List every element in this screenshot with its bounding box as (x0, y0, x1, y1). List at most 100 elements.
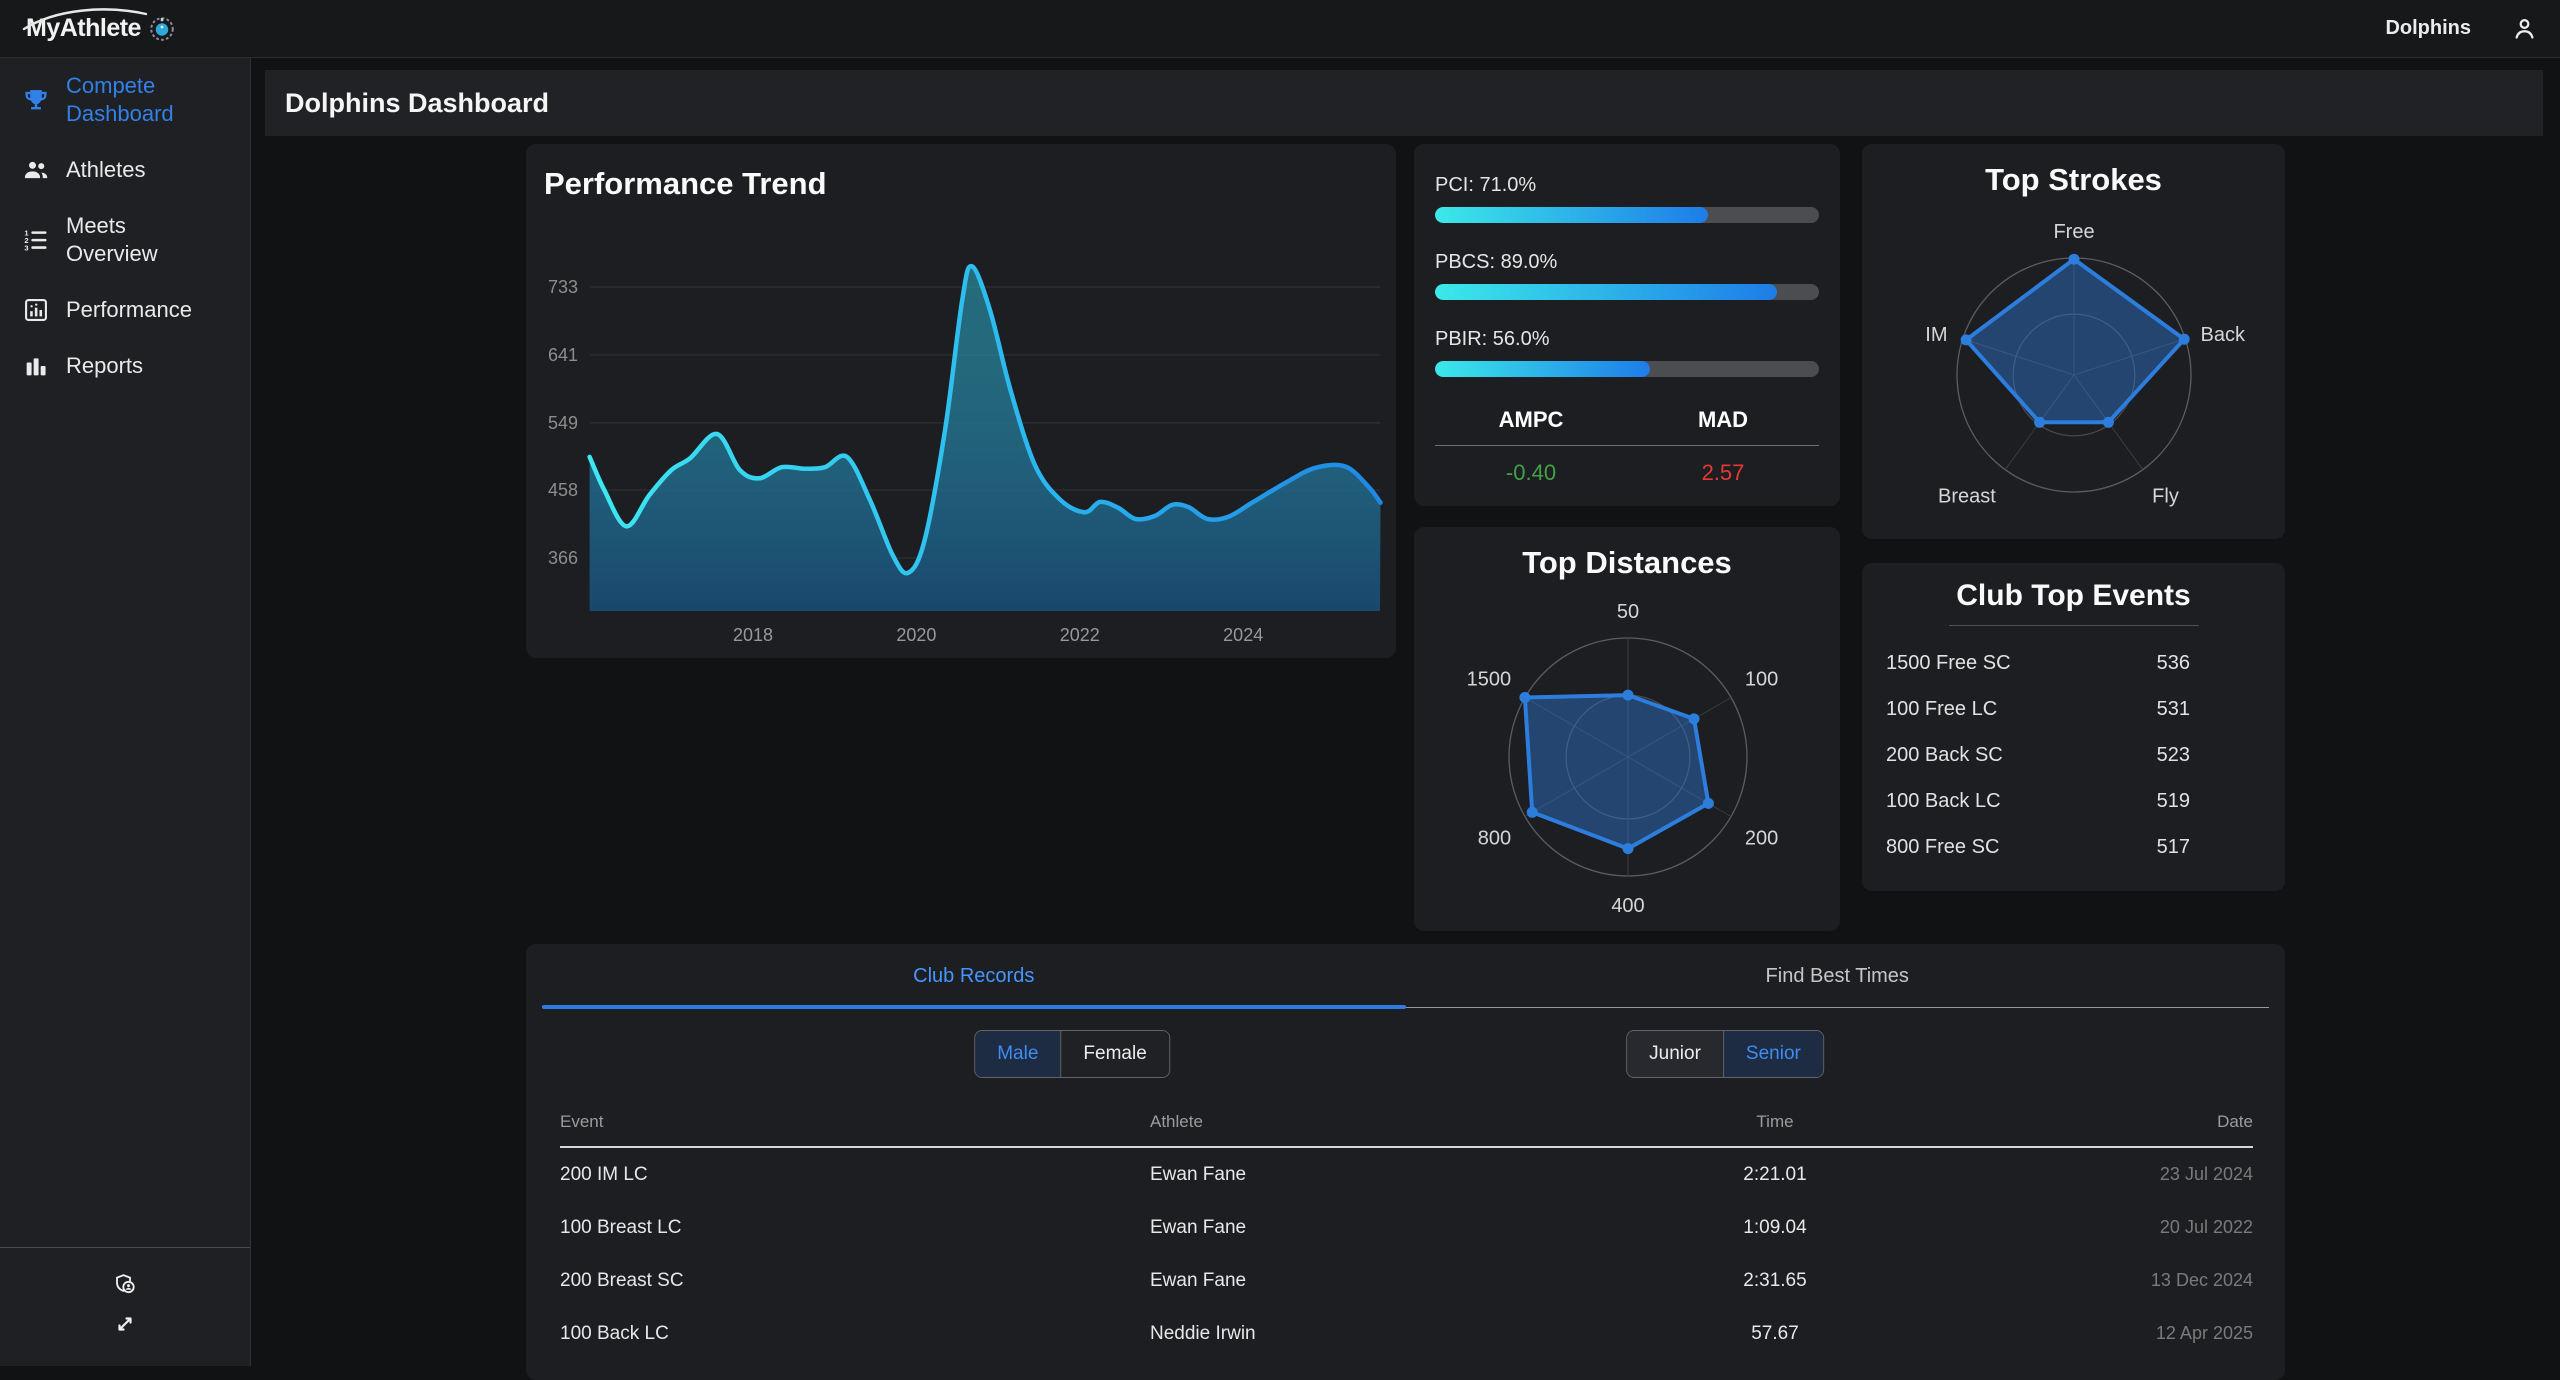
record-athlete: Ewan Fane (1150, 1217, 1610, 1239)
svg-text:400: 400 (1611, 895, 1644, 917)
event-count: 519 (2157, 790, 2190, 813)
toggle-option-senior[interactable]: Senior (1723, 1031, 1823, 1077)
table-row: 200 Breast SCEwan Fane2:31.6513 Dec 2024 (560, 1254, 2253, 1307)
record-athlete: Neddie Irwin (1150, 1323, 1610, 1345)
record-event: 100 Breast LC (560, 1217, 1150, 1239)
sidebar-item-reports[interactable]: Reports (0, 338, 250, 394)
logo-text-athlete: Athlete (60, 14, 141, 43)
performance-trend-chart: 7336415494583662018202020222024 (526, 144, 1396, 658)
record-time: 1:09.04 (1610, 1217, 1940, 1239)
shield-user-icon[interactable] (113, 1272, 137, 1296)
record-event: 200 Breast SC (560, 1270, 1150, 1292)
club-event-row: 200 Back SC523 (1862, 732, 2285, 778)
event-name: 100 Free LC (1886, 698, 1997, 721)
pbcs-meter: PBCS: 89.0% (1435, 251, 1819, 300)
pbir-meter: PBIR: 56.0% (1435, 328, 1819, 377)
top-bar: My Athlete Dolphins (0, 0, 2560, 58)
tab-club-records[interactable]: Club Records (542, 944, 1406, 1008)
gender-toggle: Male Female (974, 1030, 1170, 1078)
club-event-row: 100 Free LC 531 (1862, 686, 2285, 732)
ampc-header: AMPC (1435, 407, 1627, 433)
club-event-row: 100 Back LC519 (1862, 778, 2285, 824)
toggle-option-male[interactable]: Male (975, 1031, 1060, 1077)
numbered-list-icon: 123 (22, 226, 50, 254)
sidebar-item-label: Athletes (66, 156, 218, 184)
svg-text:641: 641 (548, 345, 578, 365)
sidebar-item-compete-dashboard[interactable]: Compete Dashboard (0, 58, 250, 142)
record-date: 23 Jul 2024 (1940, 1164, 2253, 1185)
table-row: 100 Breast LCEwan Fane1:09.0420 Jul 2022 (560, 1201, 2253, 1254)
svg-text:Breast: Breast (1938, 486, 1996, 508)
svg-text:2020: 2020 (896, 625, 936, 645)
sidebar-item-meets-overview[interactable]: 123 Meets Overview (0, 198, 250, 282)
ampc-value: -0.40 (1435, 460, 1627, 486)
svg-text:366: 366 (548, 548, 578, 568)
pci-label: PCI: 71.0% (1435, 174, 1819, 197)
sidebar: Compete Dashboard Athletes 123 Meets Ove… (0, 58, 251, 1366)
sidebar-item-label: Performance (66, 296, 218, 324)
svg-text:549: 549 (548, 413, 578, 433)
record-time: 2:21.01 (1610, 1164, 1940, 1186)
pbcs-label: PBCS: 89.0% (1435, 251, 1819, 274)
top-strokes-title: Top Strokes (1862, 144, 2285, 198)
column-header-event: Event (560, 1112, 1150, 1132)
logo-text-my: My (26, 14, 60, 43)
club-event-row: 1500 Free SC 536 (1862, 640, 2285, 686)
sidebar-footer (0, 1247, 250, 1336)
toggle-option-junior[interactable]: Junior (1627, 1031, 1723, 1077)
event-count: 531 (2157, 698, 2190, 721)
column-header-time: Time (1610, 1112, 1940, 1132)
sidebar-item-label: Compete Dashboard (66, 72, 218, 128)
records-table: Event Athlete Time Date 200 IM LCEwan Fa… (560, 1112, 2253, 1360)
svg-text:200: 200 (1745, 828, 1778, 850)
record-date: 20 Jul 2022 (1940, 1217, 2253, 1238)
performance-trend-card: Performance Trend 7336415494583662018202… (526, 144, 1396, 658)
svg-text:800: 800 (1478, 828, 1511, 850)
metrics-card: PCI: 71.0% PBCS: 89.0% PBIR: 56.0% AMPC … (1414, 144, 1840, 506)
trophy-icon (22, 86, 50, 114)
record-athlete: Ewan Fane (1150, 1270, 1610, 1292)
svg-text:3: 3 (24, 243, 28, 252)
event-count: 536 (2157, 652, 2190, 675)
sidebar-item-label: Reports (66, 352, 218, 380)
event-name: 1500 Free SC (1886, 652, 2011, 675)
top-strokes-radar-chart: FreeBackFlyBreastIM (1862, 204, 2285, 539)
app-logo[interactable]: My Athlete (26, 14, 177, 44)
page-header-bar: Dolphins Dashboard (265, 70, 2543, 136)
age-toggle: Junior Senior (1626, 1030, 1824, 1078)
records-card: Club Records Find Best Times Male Female… (526, 944, 2285, 1380)
column-header-date: Date (1940, 1112, 2253, 1132)
bar-chart-icon (22, 352, 50, 380)
svg-text:1500: 1500 (1467, 669, 1512, 691)
records-table-body: 200 IM LCEwan Fane2:21.0123 Jul 2024100 … (560, 1148, 2253, 1360)
sidebar-item-performance[interactable]: Performance (0, 282, 250, 338)
svg-text:100: 100 (1745, 669, 1778, 691)
metric-stats: AMPC MAD -0.40 2.57 (1435, 407, 1819, 486)
team-name[interactable]: Dolphins (2385, 17, 2471, 40)
svg-text:Back: Back (2200, 324, 2245, 346)
event-count: 523 (2157, 744, 2190, 767)
record-time: 2:31.65 (1610, 1270, 1940, 1292)
svg-text:IM: IM (1925, 324, 1947, 346)
svg-text:2022: 2022 (1060, 625, 1100, 645)
user-icon[interactable] (2511, 15, 2538, 42)
svg-text:458: 458 (548, 480, 578, 500)
records-table-header: Event Athlete Time Date (560, 1112, 2253, 1148)
column-header-athlete: Athlete (1150, 1112, 1610, 1132)
club-top-events-title: Club Top Events (1862, 563, 2285, 613)
pbir-progress-track (1435, 361, 1819, 377)
event-name: 800 Free SC (1886, 836, 1999, 859)
svg-text:2018: 2018 (733, 625, 773, 645)
table-row: 200 IM LCEwan Fane2:21.0123 Jul 2024 (560, 1148, 2253, 1201)
mad-value: 2.57 (1627, 460, 1819, 486)
tab-find-best-times[interactable]: Find Best Times (1406, 944, 2270, 1008)
pbir-label: PBIR: 56.0% (1435, 328, 1819, 351)
pbcs-progress-track (1435, 284, 1819, 300)
svg-text:733: 733 (548, 277, 578, 297)
club-top-events-card: Club Top Events 1500 Free SC 536 100 Free … (1862, 563, 2285, 891)
toggle-option-female[interactable]: Female (1060, 1031, 1168, 1077)
svg-text:50: 50 (1617, 601, 1639, 623)
expand-diagonal-icon[interactable] (113, 1312, 137, 1336)
sidebar-item-athletes[interactable]: Athletes (0, 142, 250, 198)
record-athlete: Ewan Fane (1150, 1164, 1610, 1186)
